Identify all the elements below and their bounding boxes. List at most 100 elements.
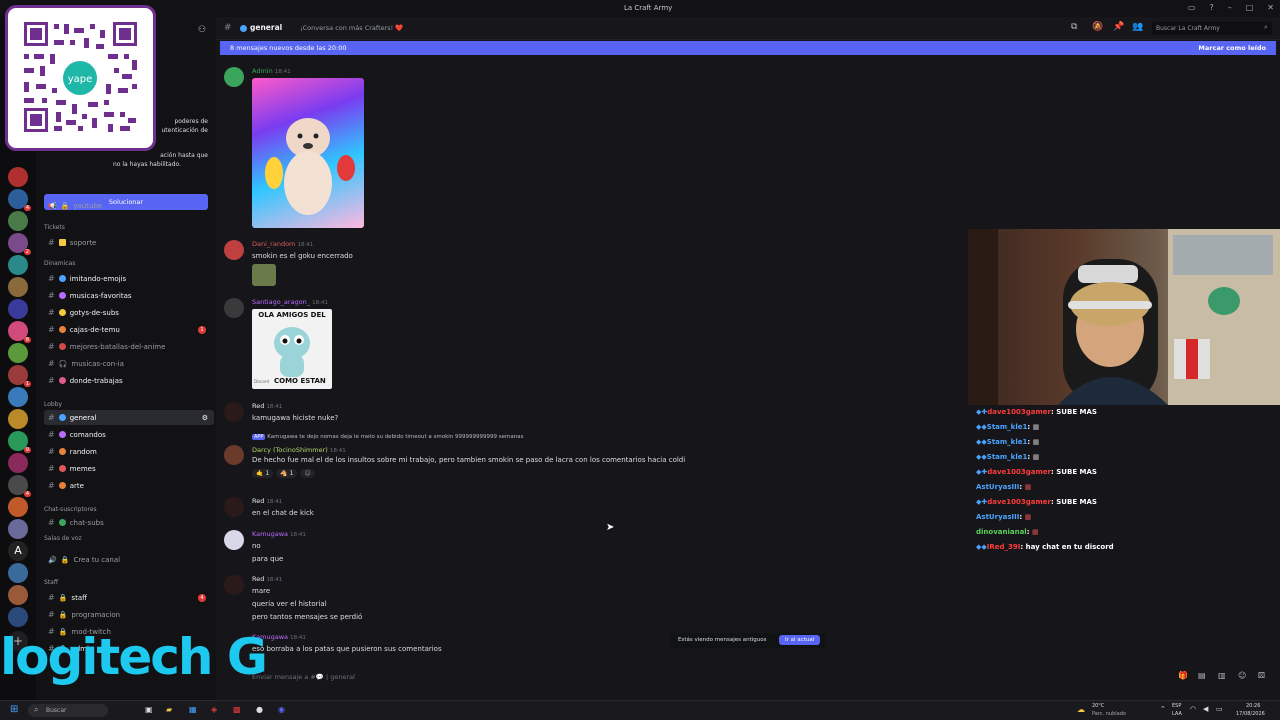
server-icon[interactable]: 4	[8, 189, 31, 211]
author-name[interactable]: Red	[252, 575, 264, 583]
server-icon[interactable]	[8, 255, 28, 275]
app-icon[interactable]: ●	[256, 705, 263, 714]
server-icon[interactable]	[8, 563, 28, 583]
meme-image[interactable]: OLA AMIGOS DEL Discord COMO ESTAN	[252, 309, 332, 389]
add-reaction-icon[interactable]: ☺	[300, 469, 315, 478]
mark-as-read-button[interactable]: Marcar como leído	[1198, 44, 1266, 52]
pin-icon[interactable]: 📌	[1113, 22, 1124, 32]
server-icon[interactable]	[8, 409, 28, 429]
category-lobby[interactable]: Lobby	[44, 401, 62, 408]
author-name[interactable]: Dani_random	[252, 240, 295, 248]
channel-crea-tu-canal[interactable]: 🔊 🔒 Crea tu canal	[44, 552, 214, 567]
discord-icon[interactable]: ◉	[278, 705, 285, 714]
channel-chat-subs[interactable]: # chat-subs	[44, 515, 214, 530]
channel-imitando-emojis[interactable]: # imitando-emojis	[44, 271, 214, 286]
server-icon[interactable]	[8, 497, 28, 517]
taskbar-search-input[interactable]: ⌕ Buscar	[28, 704, 108, 717]
channel-general[interactable]: # general ⚙	[44, 410, 214, 425]
avatar[interactable]	[224, 530, 244, 550]
server-icon[interactable]	[8, 211, 28, 231]
clock-time[interactable]: 20:26	[1246, 703, 1260, 709]
author-name[interactable]: Red	[252, 402, 264, 410]
close-button[interactable]: ✕	[1267, 3, 1274, 12]
add-friend-icon[interactable]: ⚇	[198, 25, 206, 35]
gift-icon[interactable]: 🎁	[1178, 671, 1188, 680]
jump-to-present-button[interactable]: Ir al actual	[779, 635, 821, 645]
channel-arte[interactable]: # arte	[44, 478, 214, 493]
channel-youtube[interactable]: 📢 🔒 youtube	[44, 198, 214, 213]
server-icon[interactable]	[8, 585, 28, 605]
store-icon[interactable]: ▦	[189, 705, 197, 714]
channel-topic[interactable]: ¡Conversa con más Crafters! ❤️	[300, 24, 403, 32]
category-chat-suscriptores[interactable]: Chat-suscriptores	[44, 506, 97, 513]
sticker-image[interactable]	[252, 264, 276, 286]
channel-programacion[interactable]: # 🔒 programacion	[44, 607, 214, 622]
threads-icon[interactable]: ⧉	[1071, 22, 1077, 32]
message-input[interactable]: Enviar mensaje a #💬 | general 🎁 ▤ ▥ ☺ ⚄	[220, 669, 1272, 685]
sticker-icon[interactable]: ▥	[1218, 671, 1226, 680]
avatar[interactable]	[224, 240, 244, 260]
server-icon[interactable]: 1	[8, 365, 31, 387]
new-messages-bar[interactable]: 8 mensajes nuevos desde las 20:00 Marcar…	[220, 41, 1276, 55]
avatar[interactable]	[224, 298, 244, 318]
file-explorer-icon[interactable]: ▰	[166, 705, 172, 714]
author-name[interactable]: Kamugawa	[252, 530, 288, 538]
members-icon[interactable]: 👥	[1132, 22, 1143, 32]
avatar[interactable]	[224, 445, 244, 465]
server-icon[interactable]: 2	[8, 233, 31, 255]
emoji-picker-icon[interactable]: ☺	[1238, 671, 1246, 680]
server-icon[interactable]: 4	[8, 475, 31, 497]
server-icon[interactable]	[8, 299, 28, 319]
settings-icon[interactable]: ⚙	[202, 414, 208, 422]
server-icon[interactable]: 9	[8, 431, 31, 453]
mute-bell-icon[interactable]: 🔕	[1092, 22, 1103, 32]
author-name[interactable]: Santiago_aragon_	[252, 298, 310, 306]
server-icon[interactable]	[8, 167, 28, 187]
author-name[interactable]: Admin	[252, 67, 273, 75]
server-icon[interactable]	[8, 519, 28, 539]
avatar[interactable]	[224, 402, 244, 422]
avatar[interactable]	[224, 575, 244, 595]
task-view-icon[interactable]: ▣	[145, 705, 153, 714]
inbox-icon[interactable]: ▭	[1188, 3, 1196, 12]
server-icon[interactable]	[8, 607, 28, 627]
gif-icon[interactable]: ▤	[1198, 671, 1206, 680]
server-icon[interactable]	[8, 453, 28, 473]
channel-donde-trabajas[interactable]: # donde-trabajas	[44, 373, 214, 388]
search-input[interactable]: Buscar La Craft Army	[1152, 22, 1272, 35]
channel-mejores-batallas[interactable]: # mejores-batallas-del-anime	[44, 339, 214, 354]
clock-date[interactable]: 17/08/2026	[1236, 711, 1265, 717]
channel-staff[interactable]: # 🔒 staff 4	[44, 590, 214, 605]
reply-preview[interactable]: APP Kamugawa te dejo nomas deja le meto …	[252, 434, 523, 440]
tray-chevron-icon[interactable]: ⌃	[1160, 705, 1166, 713]
volume-icon[interactable]: ◀	[1203, 705, 1208, 713]
category-staff[interactable]: Staff	[44, 579, 58, 586]
channel-musicas-favoritas[interactable]: # musicas-favoritas	[44, 288, 214, 303]
obs-icon[interactable]: ▩	[233, 705, 241, 714]
channel-soporte[interactable]: # soporte	[44, 235, 214, 250]
battery-icon[interactable]: ▭	[1216, 705, 1223, 713]
category-tickets[interactable]: Tickets	[44, 224, 65, 231]
help-icon[interactable]: ?	[1209, 3, 1213, 12]
reaction[interactable]: 🤙 1	[252, 469, 274, 478]
brave-icon[interactable]: ◈	[211, 705, 217, 714]
category-dinamicas[interactable]: Dinamicas	[44, 260, 75, 267]
reaction[interactable]: 🐴 1	[276, 469, 298, 478]
channel-musicas-con-ia[interactable]: # 🎧 musicas-con-ia	[44, 356, 214, 371]
channel-memes[interactable]: # memes	[44, 461, 214, 476]
wifi-icon[interactable]: ◠	[1190, 705, 1196, 713]
channel-gotys-de-subs[interactable]: # gotys-de-subs	[44, 305, 214, 320]
channel-random[interactable]: # random	[44, 444, 214, 459]
avatar[interactable]	[224, 67, 244, 87]
maximize-button[interactable]: □	[1246, 3, 1254, 12]
lang-label[interactable]: LAA	[1172, 711, 1182, 717]
minimize-button[interactable]: –	[1228, 3, 1232, 12]
server-icon[interactable]	[8, 277, 28, 297]
server-icon[interactable]	[8, 387, 28, 407]
server-icon[interactable]: 8	[8, 321, 31, 343]
dancing-dog-gif[interactable]	[252, 78, 364, 228]
author-name[interactable]: Red	[252, 497, 264, 505]
server-icon[interactable]	[8, 343, 28, 363]
lang-label[interactable]: ESP	[1172, 703, 1181, 709]
channel-cajas-de-temu[interactable]: # cajas-de-temu 1	[44, 322, 214, 337]
